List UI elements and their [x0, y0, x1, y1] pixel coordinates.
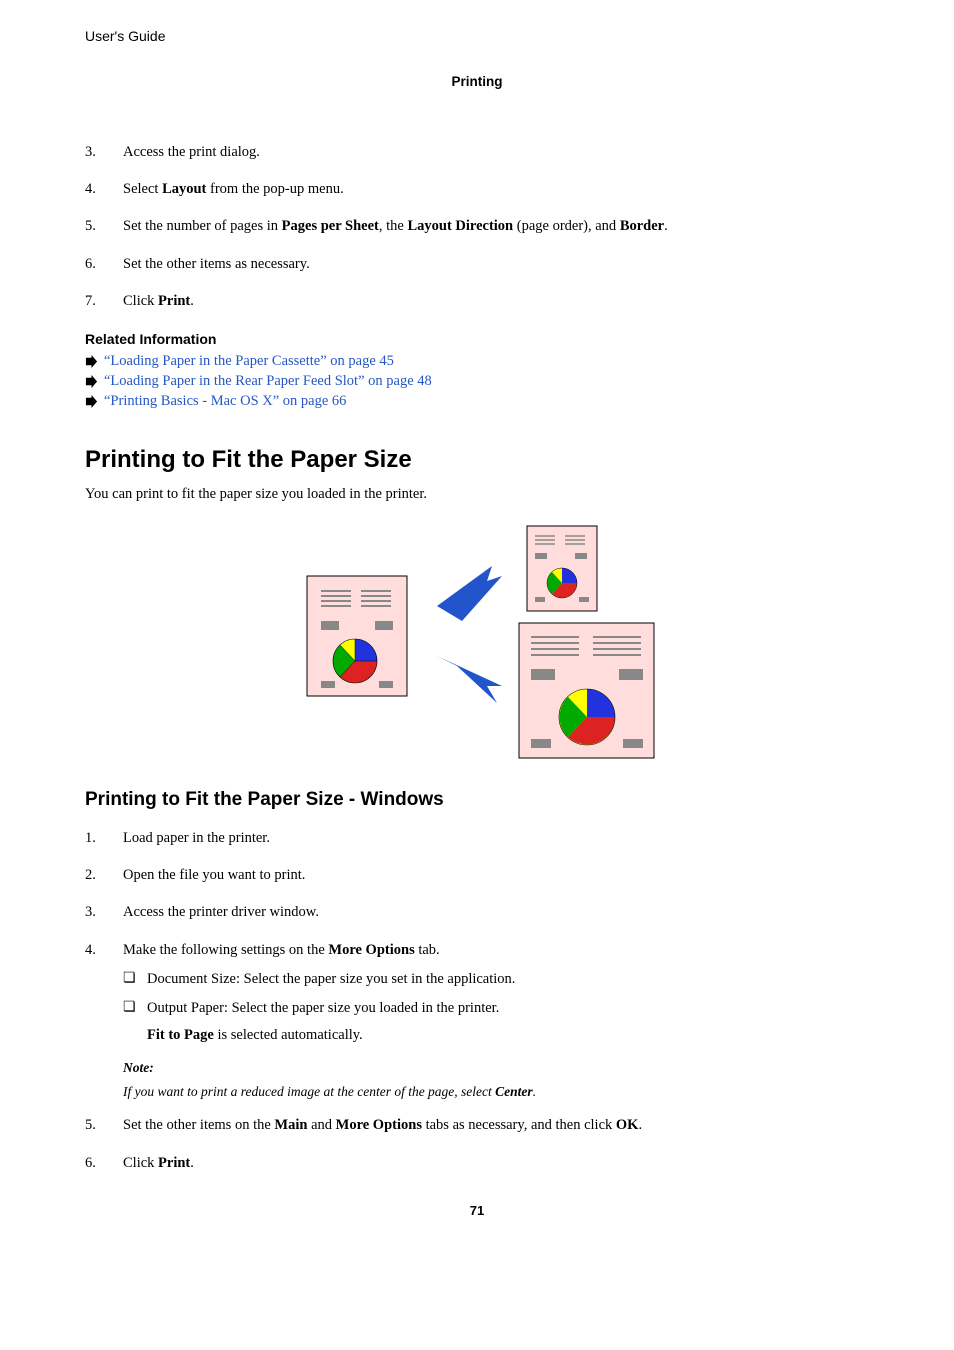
- text: If you want to print a reduced image at …: [123, 1084, 495, 1099]
- step-text: Select Layout from the pop-up menu.: [123, 178, 869, 201]
- illustration: [85, 521, 869, 761]
- bold: Layout Direction: [407, 218, 513, 234]
- text: tab.: [415, 942, 440, 958]
- step-text: Set the number of pages in Pages per She…: [123, 215, 869, 238]
- step-number: 7.: [85, 290, 123, 313]
- step-number: 2.: [85, 864, 123, 887]
- related-link-item: “Loading Paper in the Rear Paper Feed Sl…: [85, 373, 869, 390]
- list-item: 3. Access the printer driver window.: [85, 901, 869, 924]
- bold: More Options: [328, 942, 414, 958]
- text: .: [190, 1155, 194, 1171]
- step-text: Set the other items on the Main and More…: [123, 1114, 869, 1137]
- text: Click: [123, 1155, 158, 1171]
- bold: OK: [616, 1117, 639, 1133]
- bold: More Options: [336, 1117, 422, 1133]
- related-link[interactable]: “Printing Basics - Mac OS X” on page 66: [104, 393, 346, 410]
- text: is selected automatically.: [214, 1027, 363, 1043]
- step-list-1: 3. Access the print dialog. 4. Select La…: [85, 141, 869, 313]
- step-number: 3.: [85, 901, 123, 924]
- sub-item: ❏ Output Paper: Select the paper size yo…: [123, 997, 869, 1020]
- bold: Border: [620, 218, 664, 234]
- step-number: 6.: [85, 1152, 123, 1175]
- arrow-right-icon: [85, 375, 98, 388]
- text: .: [664, 218, 668, 234]
- doc-title: User's Guide: [85, 28, 869, 44]
- arrow-right-icon: [85, 395, 98, 408]
- text: (page order), and: [513, 218, 620, 234]
- step-number: 3.: [85, 141, 123, 164]
- bold-italic: Center: [495, 1084, 533, 1099]
- list-item: 7. Click Print.: [85, 290, 869, 313]
- step-text: Access the printer driver window.: [123, 901, 869, 924]
- related-heading: Related Information: [85, 331, 869, 347]
- step-number: 4.: [85, 178, 123, 201]
- related-link[interactable]: “Loading Paper in the Rear Paper Feed Sl…: [104, 373, 432, 390]
- h3: Printing to Fit the Paper Size - Windows: [85, 789, 869, 811]
- text: Select: [123, 181, 162, 197]
- bold: Fit to Page: [147, 1027, 214, 1043]
- step-number: 6.: [85, 253, 123, 276]
- text: and: [307, 1117, 335, 1133]
- page: User's Guide Printing 3. Access the prin…: [0, 0, 954, 1248]
- list-item: 6. Set the other items as necessary.: [85, 253, 869, 276]
- intro-text: You can print to fit the paper size you …: [85, 486, 869, 503]
- text: Make the following settings on the: [123, 942, 328, 958]
- step-text: Make the following settings on the More …: [123, 939, 869, 962]
- bullet-icon: ❏: [123, 997, 147, 1020]
- sub-item: ❏ Document Size: Select the paper size y…: [123, 968, 869, 991]
- text: .: [638, 1117, 642, 1133]
- sub-text: Document Size: Select the paper size you…: [147, 968, 869, 991]
- bold: Main: [274, 1117, 307, 1133]
- step-text: Set the other items as necessary.: [123, 253, 869, 276]
- text: from the pop-up menu.: [206, 181, 343, 197]
- fit-to-page-illustration: [287, 521, 667, 761]
- bold: Print: [158, 293, 190, 309]
- step-text: Click Print.: [123, 1152, 869, 1175]
- text: tabs as necessary, and then click: [422, 1117, 616, 1133]
- step-text: Load paper in the printer.: [123, 827, 869, 850]
- sub-indent-text: Fit to Page is selected automatically.: [147, 1024, 869, 1047]
- sub-text: Output Paper: Select the paper size you …: [147, 997, 869, 1020]
- related-link-item: “Loading Paper in the Paper Cassette” on…: [85, 353, 869, 370]
- bullet-icon: ❏: [123, 968, 147, 991]
- note-label: Note:: [123, 1057, 869, 1079]
- page-number: 71: [85, 1203, 869, 1218]
- list-item: 1. Load paper in the printer.: [85, 827, 869, 850]
- step-text: Open the file you want to print.: [123, 864, 869, 887]
- arrow-right-icon: [85, 355, 98, 368]
- step-number: 1.: [85, 827, 123, 850]
- list-item: 4. Select Layout from the pop-up menu.: [85, 178, 869, 201]
- h2: Printing to Fit the Paper Size: [85, 446, 869, 474]
- text: .: [533, 1084, 536, 1099]
- list-item: 5. Set the other items on the Main and M…: [85, 1114, 869, 1137]
- list-item: 2. Open the file you want to print.: [85, 864, 869, 887]
- step-number: 5.: [85, 1114, 123, 1137]
- text: Click: [123, 293, 158, 309]
- step-list-2: 1. Load paper in the printer. 2. Open th…: [85, 827, 869, 1175]
- text: Set the number of pages in: [123, 218, 282, 234]
- text: , the: [379, 218, 408, 234]
- text: Set the other items on the: [123, 1117, 274, 1133]
- bold: Pages per Sheet: [282, 218, 379, 234]
- list-item: 5. Set the number of pages in Pages per …: [85, 215, 869, 238]
- note-text: If you want to print a reduced image at …: [123, 1081, 869, 1103]
- list-item: 3. Access the print dialog.: [85, 141, 869, 164]
- related-link[interactable]: “Loading Paper in the Paper Cassette” on…: [104, 353, 394, 370]
- step-text: Access the print dialog.: [123, 141, 869, 164]
- step-body: Make the following settings on the More …: [123, 939, 869, 1109]
- list-item: 6. Click Print.: [85, 1152, 869, 1175]
- section-header: Printing: [85, 74, 869, 89]
- text: .: [190, 293, 194, 309]
- list-item: 4. Make the following settings on the Mo…: [85, 939, 869, 1109]
- bold: Layout: [162, 181, 206, 197]
- related-link-item: “Printing Basics - Mac OS X” on page 66: [85, 393, 869, 410]
- step-number: 5.: [85, 215, 123, 238]
- note: Note: If you want to print a reduced ima…: [123, 1057, 869, 1102]
- step-text: Click Print.: [123, 290, 869, 313]
- bold: Print: [158, 1155, 190, 1171]
- step-number: 4.: [85, 939, 123, 1109]
